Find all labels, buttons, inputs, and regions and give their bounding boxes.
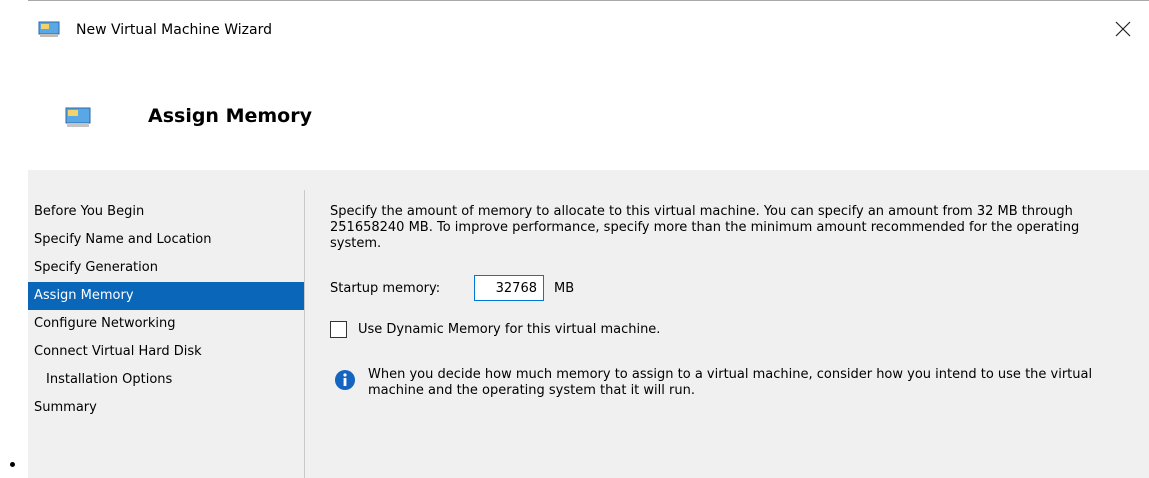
info-icon	[334, 369, 356, 391]
wizard-steps-nav: Before You Begin Specify Name and Locati…	[28, 198, 304, 422]
nav-step-virtual-hard-disk[interactable]: Connect Virtual Hard Disk	[28, 338, 304, 366]
wizard-header: Assign Memory	[28, 62, 1149, 170]
startup-memory-label: Startup memory:	[330, 281, 441, 296]
dynamic-memory-checkbox[interactable]	[330, 321, 347, 338]
nav-step-before-you-begin[interactable]: Before You Begin	[28, 198, 304, 226]
close-button[interactable]	[1109, 15, 1137, 43]
memory-unit-label: MB	[554, 281, 575, 296]
memory-description: Specify the amount of memory to allocate…	[330, 204, 1080, 251]
title-bar[interactable]: New Virtual Machine Wizard	[28, 1, 1149, 61]
startup-memory-input[interactable]	[474, 275, 544, 301]
nav-step-name-location[interactable]: Specify Name and Location	[28, 226, 304, 254]
nav-step-installation-options[interactable]: Installation Options	[28, 366, 304, 394]
window-title: New Virtual Machine Wizard	[76, 22, 272, 38]
dynamic-memory-row: Use Dynamic Memory for this virtual mach…	[330, 320, 930, 340]
nav-step-networking[interactable]: Configure Networking	[28, 310, 304, 338]
page-title: Assign Memory	[148, 105, 312, 127]
step-content: Specify the amount of memory to allocate…	[330, 204, 1130, 398]
nav-step-summary[interactable]: Summary	[28, 394, 304, 422]
monitor-icon	[38, 21, 60, 39]
monitor-icon	[64, 106, 92, 130]
nav-step-assign-memory[interactable]: Assign Memory	[28, 282, 304, 310]
startup-memory-row: Startup memory: MB	[330, 275, 730, 303]
list-bullet	[10, 462, 15, 467]
nav-step-generation[interactable]: Specify Generation	[28, 254, 304, 282]
close-icon	[1115, 21, 1131, 37]
dynamic-memory-label[interactable]: Use Dynamic Memory for this virtual mach…	[358, 322, 660, 337]
wizard-body: Before You Begin Specify Name and Locati…	[28, 170, 1149, 478]
nav-divider	[304, 190, 305, 478]
memory-info-text: When you decide how much memory to assig…	[368, 367, 1093, 398]
